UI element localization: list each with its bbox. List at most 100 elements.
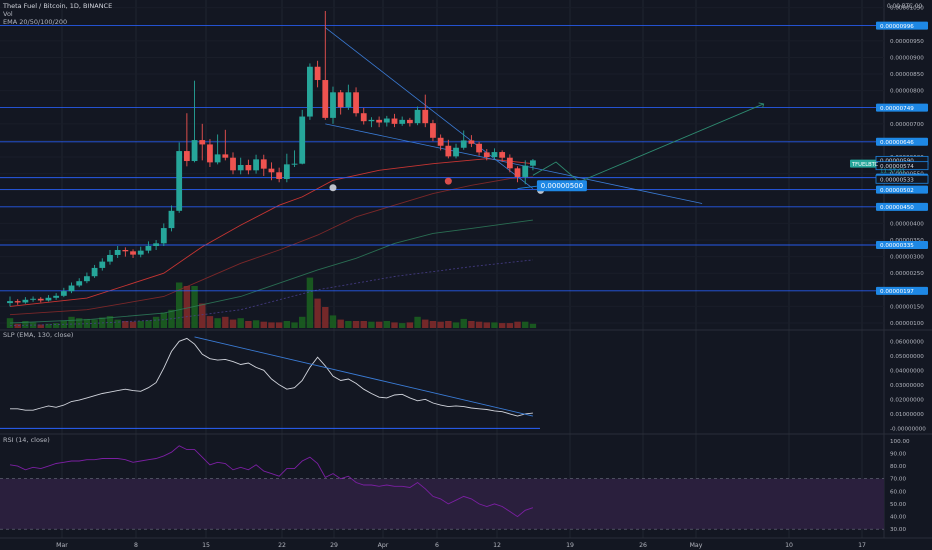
annotation-label: 0.00000500	[541, 182, 583, 190]
volume-bar	[322, 307, 329, 328]
candle-body	[422, 109, 429, 124]
candle-body	[268, 168, 275, 173]
candle-body	[145, 246, 152, 251]
rsi-tick-label: 100.00	[890, 439, 910, 445]
y-tick-label: 0.00000150	[890, 304, 924, 310]
x-tick-label: Mar	[56, 542, 68, 549]
volume-bar	[114, 319, 121, 328]
slp-legend[interactable]: SLP (EMA, 130, close)	[3, 331, 73, 339]
x-tick-label: 22	[278, 542, 286, 549]
y-tick-label: 0.00000800	[890, 89, 924, 95]
rsi-tick-label: 60.00	[890, 489, 906, 495]
annotation-pointer	[517, 185, 537, 190]
volume-bar	[291, 322, 298, 328]
candle-body	[330, 92, 336, 118]
x-tick-label: 8	[134, 542, 138, 549]
candle-body	[176, 151, 183, 211]
volume-bar	[145, 320, 152, 328]
volume-bar	[306, 277, 314, 328]
candle-body	[506, 157, 513, 169]
candle-body	[222, 154, 229, 158]
y-tick-label: 0.00001050	[890, 6, 924, 12]
candle-body	[253, 159, 259, 171]
x-tick-label: 15	[202, 542, 210, 549]
volume-bar	[383, 321, 391, 328]
candle-body	[283, 164, 290, 179]
ema-legend[interactable]: EMA 20/50/100/200	[3, 18, 112, 26]
candle-body	[245, 165, 252, 171]
slp-tick-label: 0.02000000	[890, 397, 924, 403]
candle-body	[522, 165, 529, 177]
candle-body	[137, 250, 144, 255]
x-tick-label: 29	[330, 542, 338, 549]
event-marker	[329, 184, 337, 192]
volume-bar	[214, 318, 221, 328]
chart-legend: Theta Fuel / Bitcoin, 1D, BINANCE Vol EM…	[3, 2, 112, 26]
x-tick-label: May	[690, 542, 703, 549]
slp-line	[10, 337, 533, 417]
rsi-legend[interactable]: RSI (14, close)	[3, 436, 50, 444]
level-label: 0.00000335	[880, 243, 914, 249]
candle-body	[276, 172, 283, 179]
candle-body	[107, 254, 113, 262]
volume-bar	[375, 321, 383, 328]
volume-bar	[129, 321, 137, 328]
volume-bar	[183, 286, 191, 328]
volume-bar	[68, 316, 75, 328]
volume-bar	[222, 316, 229, 328]
y-tick-label: 0.00000850	[890, 72, 924, 78]
volume-bar	[491, 322, 498, 328]
candle-body	[483, 152, 490, 158]
projection-path	[532, 103, 764, 183]
y-tick-label: 0.00000900	[890, 55, 924, 61]
candle-body	[322, 80, 329, 118]
candle-body	[160, 228, 167, 244]
x-tick-label: 6	[435, 542, 439, 549]
candle-body	[45, 297, 52, 301]
slp-tick-label: -0.00000000	[890, 426, 926, 432]
candle-body	[260, 159, 267, 169]
rsi-tick-label: 30.00	[890, 527, 906, 533]
candle-body	[84, 276, 90, 282]
volume-bar	[299, 316, 306, 328]
volume-bar	[498, 323, 506, 328]
volume-bar	[483, 322, 490, 328]
volume-bar	[514, 321, 521, 328]
volume-bar	[252, 320, 260, 328]
rsi-tick-label: 90.00	[890, 451, 906, 457]
symbol-title[interactable]: Theta Fuel / Bitcoin, 1D, BINANCE	[3, 2, 112, 10]
volume-bar	[522, 321, 529, 328]
slp-trendline	[194, 336, 534, 417]
candle-body	[153, 243, 160, 247]
volume-bar	[260, 321, 267, 328]
x-tick-label: Apr	[378, 542, 389, 549]
candle-body	[37, 298, 44, 301]
volume-bar	[445, 321, 452, 328]
event-marker	[444, 177, 452, 185]
candle-body	[476, 143, 482, 153]
volume-bar	[160, 312, 167, 328]
candle-body	[130, 251, 136, 255]
candle-body	[299, 116, 306, 164]
level-label: 0.00000749	[880, 106, 914, 112]
level-label: 0.00000996	[880, 24, 914, 30]
candle-body	[399, 119, 406, 124]
candle-body	[337, 92, 344, 108]
candle-body	[237, 165, 244, 171]
volume-bar	[229, 319, 237, 328]
candle-body	[406, 119, 413, 124]
candle-body	[499, 152, 506, 158]
volume-bar	[52, 323, 60, 328]
volume-bar	[329, 315, 337, 328]
candle-body	[214, 154, 221, 163]
level-label: 0.00000450	[880, 205, 914, 211]
candle-body	[191, 140, 198, 162]
volume-bar	[275, 322, 283, 328]
x-tick-label: 10	[785, 542, 793, 549]
price-tag-label: 0.00000533	[880, 177, 914, 183]
x-tick-label: 26	[639, 542, 647, 549]
volume-legend[interactable]: Vol	[3, 10, 112, 18]
candle-body	[168, 210, 175, 229]
candle-body	[91, 267, 98, 277]
level-label: 0.00000502	[880, 188, 914, 194]
